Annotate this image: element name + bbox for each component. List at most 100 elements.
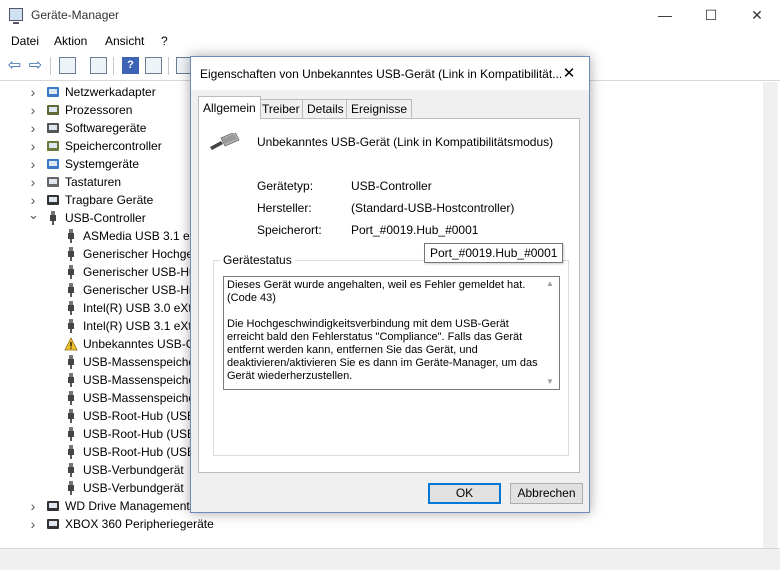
scroll-up-icon[interactable]: ▲ [546,279,554,288]
chevron-right-icon[interactable]: › [28,173,38,191]
property-label-type: Gerätetyp: [257,179,314,193]
tree-item-label: Generischer USB-Hu [83,265,196,279]
keyboard-icon [46,175,60,189]
dialog-title-bar: Eigenschaften von Unbekanntes USB-Gerät … [191,57,589,90]
usb-plug-icon [64,373,78,387]
software-device-icon [46,121,60,135]
chevron-down-icon[interactable]: ⌄ [28,208,39,221]
usb-plug-icon [64,391,78,405]
toolbar-separator [50,57,51,75]
tab-treiber[interactable]: Treiber [257,99,305,119]
forward-arrow-icon[interactable]: ⇨ [27,57,44,74]
chevron-right-icon[interactable]: › [28,515,38,533]
cancel-button[interactable]: Abbrechen [510,483,583,504]
tree-item-label: WD Drive Management [65,499,190,513]
menu-help[interactable]: ? [161,34,168,48]
property-label-manufacturer: Hersteller: [257,201,312,215]
tab-details[interactable]: Details [302,99,349,119]
tree-item-label: Systemgeräte [65,157,140,171]
close-button[interactable]: ✕ [734,0,780,30]
title-bar: Geräte-Manager — ☐ ✕ [0,0,780,30]
tree-item-label: USB-Massenspeiche [83,391,196,405]
usb-plug-icon [64,355,78,369]
tree-item-label: Generischer Hochge [83,247,194,261]
usb-plug-icon [64,427,78,441]
tab-allgemein[interactable]: Allgemein [198,96,261,119]
usb-controller-icon [46,211,60,225]
status-scrollbar[interactable]: ▲ ▼ [543,277,559,389]
wd-device-icon [46,499,60,513]
tree-item-label: ASMedia USB 3.1 eX [83,229,198,243]
menu-aktion[interactable]: Aktion [54,34,87,48]
tree-item-label: Intel(R) USB 3.1 eXte [83,319,199,333]
property-value-location: Port_#0019.Hub_#0001 [351,223,479,237]
storage-controller-icon [46,139,60,153]
menu-bar: Datei Aktion Ansicht ? [0,30,780,51]
tree-item-label: USB-Verbundgerät [83,463,184,477]
tree-item-label: USB-Massenspeiche [83,355,196,369]
usb-plug-icon [64,445,78,459]
tab-ereignisse[interactable]: Ereignisse [346,99,413,119]
device-status-text: Dieses Gerät wurde angehalten, weil es F… [227,279,538,382]
chevron-right-icon[interactable]: › [28,137,38,155]
usb-plug-icon [64,463,78,477]
tree-item-label: USB-Massenspeiche [83,373,196,387]
tree-category-item[interactable]: › XBOX 360 Peripheriegeräte [0,515,760,533]
warning-icon [64,337,78,351]
usb-plug-icon [64,319,78,333]
system-device-icon [46,157,60,171]
tree-item-label: Generischer USB-Hu [83,283,196,297]
usb-plug-icon [64,283,78,297]
menu-datei[interactable]: Datei [11,34,39,48]
usb-plug-icon [64,229,78,243]
tree-item-label: USB-Root-Hub (USB [83,445,196,459]
chevron-right-icon[interactable]: › [28,155,38,173]
ok-button[interactable]: OK [428,483,501,504]
status-bar [0,548,780,570]
properties-icon[interactable] [59,57,76,74]
tree-item-label: XBOX 360 Peripheriegeräte [65,517,214,531]
chevron-right-icon[interactable]: › [28,119,38,137]
tree-item-label: USB-Verbundgerät [83,481,184,495]
tree-item-label: Tastaturen [65,175,122,189]
tree-item-label: USB-Root-Hub (USB [83,409,196,423]
maximize-button[interactable]: ☐ [688,0,734,30]
processor-icon [46,103,60,117]
tree-item-label: Softwaregeräte [65,121,147,135]
chevron-right-icon[interactable]: › [28,497,38,515]
location-tooltip: Port_#0019.Hub_#0001 [424,243,564,263]
tree-scrollbar[interactable] [763,82,778,548]
usb-plug-icon [64,265,78,279]
usb-plug-icon [64,409,78,423]
gamepad-icon [46,517,60,531]
view-icon[interactable] [145,57,162,74]
tree-item-label: Netzwerkadapter [65,85,156,99]
tree-item-label: Unbekanntes USB-G [83,337,196,351]
device-manager-icon [9,8,23,24]
dialog-title: Eigenschaften von Unbekanntes USB-Gerät … [200,67,562,81]
document-icon[interactable] [90,57,107,74]
chevron-right-icon[interactable]: › [28,101,38,119]
tree-item-label: USB-Root-Hub (USB [83,427,196,441]
device-status-title: Gerätestatus [220,253,295,267]
properties-dialog: Eigenschaften von Unbekanntes USB-Gerät … [190,56,590,513]
menu-ansicht[interactable]: Ansicht [105,34,144,48]
dialog-close-button[interactable]: ✕ [557,63,581,85]
device-name: Unbekanntes USB-Gerät (Link in Kompatibi… [257,135,554,149]
scroll-down-icon[interactable]: ▼ [546,377,554,386]
network-adapter-icon [46,85,60,99]
chevron-right-icon[interactable]: › [28,83,38,101]
back-arrow-icon[interactable]: ⇦ [6,57,23,74]
toolbar-separator [113,57,114,75]
minimize-button[interactable]: — [642,0,688,30]
window-title: Geräte-Manager [31,8,120,22]
tree-item-label: Tragbare Geräte [65,193,154,207]
device-status-textbox[interactable]: Dieses Gerät wurde angehalten, weil es F… [223,276,560,390]
tree-item-label: Prozessoren [65,103,133,117]
tree-item-label: Speichercontroller [65,139,162,153]
help-icon[interactable]: ? [122,57,139,74]
tree-item-label: Intel(R) USB 3.0 eXte [83,301,199,315]
usb-plug-icon [64,247,78,261]
portable-device-icon [46,193,60,207]
usb-plug-icon [64,301,78,315]
